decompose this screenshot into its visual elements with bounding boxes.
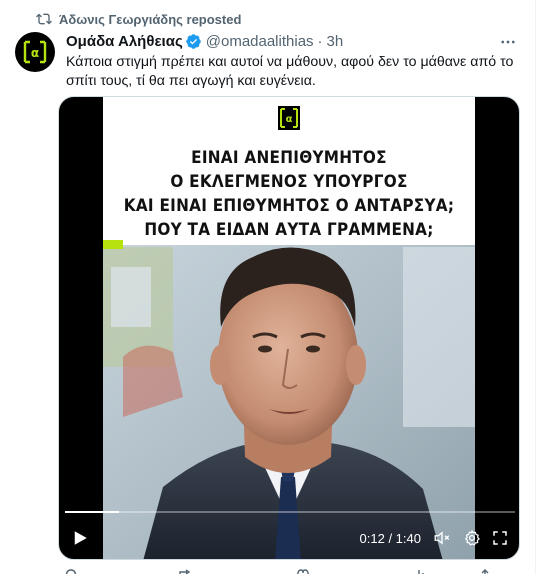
post-text: Κάποια στιγμή πρέπει και αυτοί να μάθουν… [66, 54, 514, 89]
repost-icon [36, 11, 52, 27]
brand-logo-icon: α [23, 40, 47, 64]
video-progress-bar[interactable] [65, 511, 515, 513]
video-progress-fill [65, 511, 119, 513]
headline-line: Ο ΕΚΛΕΓΜΕΝΟΣ ΥΠΟΥΡΓΟΣ [170, 172, 408, 191]
like-icon[interactable] [296, 568, 310, 574]
author-line: Ομάδα Αλήθειας @omadaalithias · 3h [66, 32, 343, 50]
headline-line: ΕΙΝΑΙ ΑΝΕΠΙΘΥΜΗΤΟΣ [191, 148, 387, 167]
avatar[interactable]: α [15, 32, 55, 72]
volume-icon[interactable] [433, 529, 451, 547]
views-icon[interactable] [412, 568, 426, 574]
video-frame: α ΕΙΝΑΙ ΑΝΕΠΙΘΥΜΗΤΟΣ Ο ΕΚΛΕΓΜΕΝΟΣ ΥΠΟΥΡΓ… [103, 97, 475, 559]
repost-icon[interactable] [178, 568, 192, 574]
video-headline: ΕΙΝΑΙ ΑΝΕΠΙΘΥΜΗΤΟΣ Ο ΕΚΛΕΓΜΕΝΟΣ ΥΠΟΥΡΓΟΣ… [109, 146, 469, 242]
svg-text:α: α [286, 114, 293, 125]
post-actions [58, 566, 520, 574]
author-name[interactable]: Ομάδα Αλήθειας [66, 33, 183, 50]
headline-line: ΚΑΙ ΕΙΝΑΙ ΕΠΙΘΥΜΗΤΟΣ Ο ΑΝΤΑΡΣΥΑ; [123, 196, 455, 215]
svg-text:α: α [31, 46, 39, 60]
repost-label[interactable]: Άδωνις Γεωργιάδης reposted [59, 12, 241, 27]
repost-header: Άδωνις Γεωργιάδης reposted [36, 11, 241, 27]
verified-badge-icon [185, 33, 201, 49]
video-time: 0:12 / 1:40 [359, 531, 421, 546]
separator-dot: · [317, 32, 323, 50]
more-options-icon[interactable] [498, 32, 518, 52]
gear-icon[interactable] [463, 529, 481, 547]
brand-accent-bar [103, 240, 123, 249]
post-time[interactable]: 3h [327, 33, 344, 50]
fullscreen-icon[interactable] [491, 529, 509, 547]
play-icon[interactable] [71, 529, 89, 547]
brand-logo-icon: α [278, 106, 300, 130]
share-icon[interactable] [478, 568, 492, 574]
reply-icon[interactable] [64, 568, 78, 574]
author-handle[interactable]: @omadaalithias [206, 33, 314, 50]
column-border [535, 0, 536, 574]
headline-line: ΠΟΥ ΤΑ ΕΙΔΑΝ ΑΥΤΑ ΓΡΑΜΜΕΝΑ; [144, 220, 434, 239]
video-controls: 0:12 / 1:40 [59, 521, 519, 557]
video-player[interactable]: α ΕΙΝΑΙ ΑΝΕΠΙΘΥΜΗΤΟΣ Ο ΕΚΛΕΓΜΕΝΟΣ ΥΠΟΥΡΓ… [58, 96, 520, 560]
